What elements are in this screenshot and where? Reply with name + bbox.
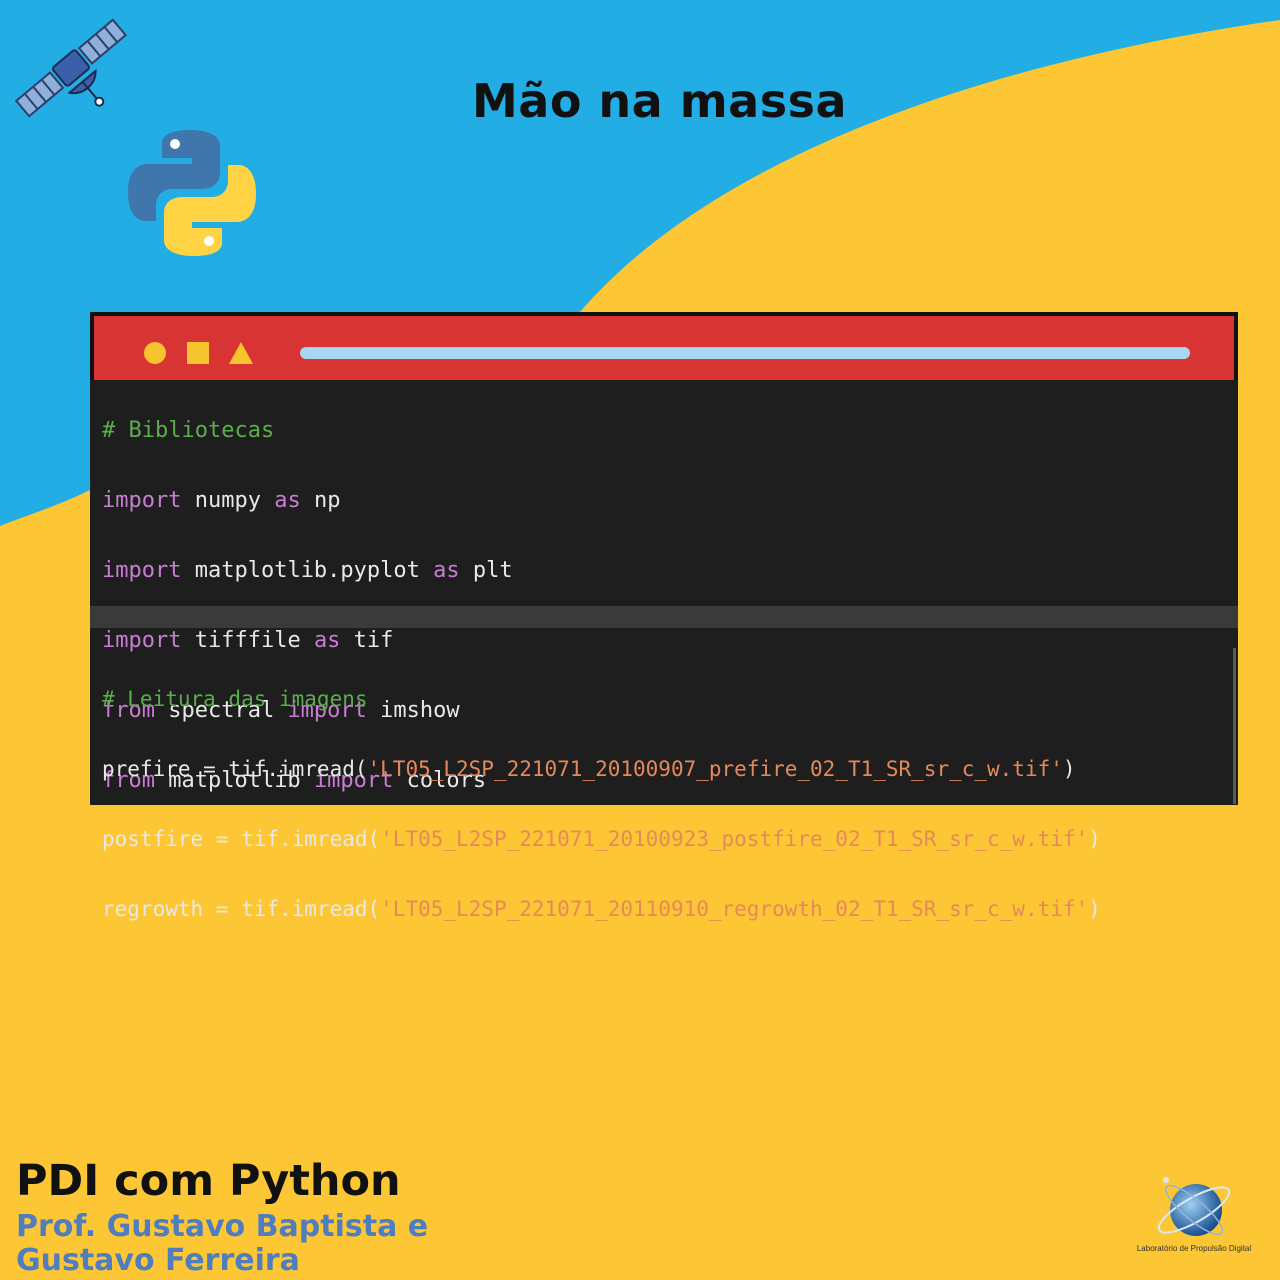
code-comment: # Bibliotecas	[102, 418, 275, 443]
code-line: prefire = tif.imread('LT05_L2SP_221071_2…	[102, 757, 1076, 781]
address-bar	[300, 347, 1190, 359]
lab-name: Laboratório de Propulsão Digital	[1136, 1244, 1252, 1253]
triangle-icon	[229, 342, 253, 364]
code-line: regrowth = tif.imread('LT05_L2SP_221071_…	[102, 897, 1101, 921]
circle-icon	[144, 342, 166, 364]
authors-line: Prof. Gustavo Baptista e	[16, 1209, 429, 1244]
code-cell-2: # Leitura das imagens prefire = tif.imre…	[102, 647, 1101, 962]
python-logo	[128, 130, 256, 256]
course-title: PDI com Python	[16, 1156, 401, 1206]
page-title: Mão na massa	[472, 74, 848, 128]
window-titlebar	[90, 312, 1238, 380]
code-line: import numpy as np	[102, 488, 341, 513]
square-icon	[187, 342, 209, 364]
scrollbar[interactable]	[1233, 648, 1236, 804]
authors: Prof. Gustavo Baptista e Gustavo Ferreir…	[16, 1210, 428, 1278]
satellite-icon	[14, 18, 128, 118]
code-line: postfire = tif.imread('LT05_L2SP_221071_…	[102, 827, 1101, 851]
globe-logo	[1157, 1177, 1231, 1236]
code-comment: # Leitura das imagens	[102, 687, 368, 711]
blue-wave-left	[0, 312, 90, 526]
code-line: import matplotlib.pyplot as plt	[102, 558, 513, 583]
authors-line: Gustavo Ferreira	[16, 1243, 300, 1278]
